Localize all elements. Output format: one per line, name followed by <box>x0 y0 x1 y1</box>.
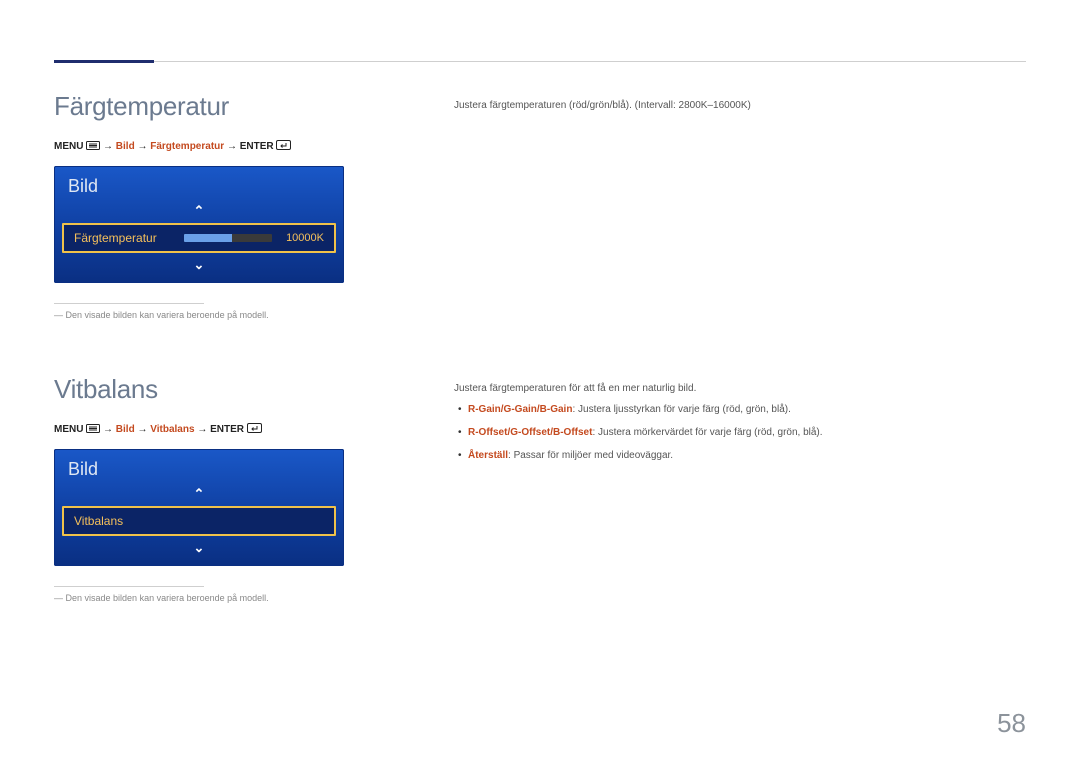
bullet-term: R-Offset/G-Offset/B-Offset <box>468 427 592 438</box>
arrow-icon: → <box>103 141 113 152</box>
page-number: 58 <box>997 708 1026 739</box>
section2-menu-path: MENU → Bild → Vitbalans → ENTER <box>54 423 394 435</box>
menu-label: MENU <box>54 141 83 152</box>
bullet-term: R-Gain/G-Gain/B-Gain <box>468 404 572 415</box>
arrow-icon: → <box>137 424 147 435</box>
footnote-rule <box>54 586 204 587</box>
section2-footnote: ― Den visade bilden kan variera beroende… <box>54 593 394 603</box>
bullet-rest: : Justera mörkervärdet för varje färg (r… <box>592 427 822 438</box>
chevron-down-icon[interactable]: ⌄ <box>194 255 205 275</box>
menu-icon <box>86 141 100 150</box>
path-target: Färgtemperatur <box>150 141 224 152</box>
arrow-icon: → <box>197 424 207 435</box>
osd-item-label: Färgtemperatur <box>74 231 174 245</box>
osd-slider[interactable] <box>184 234 272 242</box>
bullet-rest: : Justera ljusstyrkan för varje färg (rö… <box>572 404 790 415</box>
osd-selected-row[interactable]: Vitbalans <box>62 506 336 536</box>
menu-icon <box>86 424 100 433</box>
footnote-text: Den visade bilden kan variera beroende p… <box>66 310 269 320</box>
top-rule-accent <box>54 60 154 63</box>
path-target: Vitbalans <box>150 424 194 435</box>
section1-body: Justera färgtemperaturen (röd/grön/blå).… <box>454 97 1026 114</box>
osd-panel-fargtemp: Bild ⌃ Färgtemperatur 10000K ⌄ <box>54 166 344 283</box>
osd-selected-row[interactable]: Färgtemperatur 10000K <box>62 223 336 253</box>
arrow-icon: → <box>103 424 113 435</box>
bullet-rest: : Passar för miljöer med videoväggar. <box>508 450 673 461</box>
section1-footnote: ― Den visade bilden kan variera beroende… <box>54 310 394 320</box>
chevron-down-icon[interactable]: ⌄ <box>194 538 205 558</box>
osd-slider-fill <box>184 234 232 242</box>
bullet-term: Återställ <box>468 450 508 461</box>
top-rule <box>54 60 1026 63</box>
arrow-icon: → <box>227 141 237 152</box>
footnote-rule <box>54 303 204 304</box>
path-bild: Bild <box>116 141 135 152</box>
chevron-up-icon[interactable]: ⌃ <box>194 201 205 221</box>
osd-item-value: 10000K <box>282 232 324 244</box>
section1-title: Färgtemperatur <box>54 91 394 122</box>
path-bild: Bild <box>116 424 135 435</box>
enter-label: ENTER <box>240 141 274 152</box>
menu-label: MENU <box>54 424 83 435</box>
enter-label: ENTER <box>210 424 244 435</box>
section2-bullet-list: R-Gain/G-Gain/B-Gain: Justera ljusstyrka… <box>454 401 1026 464</box>
arrow-icon: → <box>137 141 147 152</box>
osd-panel-title: Bild <box>54 166 344 201</box>
osd-panel-title: Bild <box>54 449 344 484</box>
chevron-up-icon[interactable]: ⌃ <box>194 484 205 504</box>
list-item: R-Offset/G-Offset/B-Offset: Justera mörk… <box>454 424 1026 441</box>
list-item: Återställ: Passar för miljöer med videov… <box>454 447 1026 464</box>
enter-icon <box>247 423 262 433</box>
osd-panel-vitbalans: Bild ⌃ Vitbalans ⌄ <box>54 449 344 566</box>
footnote-text: Den visade bilden kan variera beroende p… <box>66 593 269 603</box>
section2-body-intro: Justera färgtemperaturen för att få en m… <box>454 380 1026 397</box>
section2-title: Vitbalans <box>54 374 394 405</box>
osd-item-label: Vitbalans <box>74 514 324 528</box>
list-item: R-Gain/G-Gain/B-Gain: Justera ljusstyrka… <box>454 401 1026 418</box>
section1-menu-path: MENU → Bild → Färgtemperatur → ENTER <box>54 140 394 152</box>
top-rule-line <box>154 60 1026 62</box>
enter-icon <box>276 140 291 150</box>
